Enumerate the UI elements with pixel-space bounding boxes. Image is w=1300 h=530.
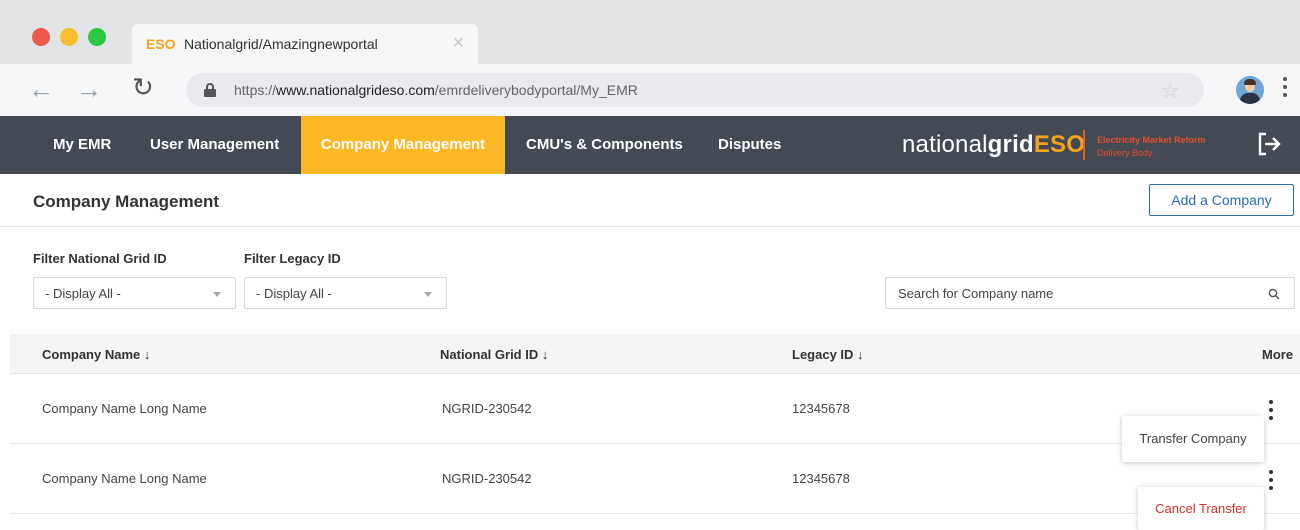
url-field[interactable]: https://www.nationalgrideso.com/emrdeliv… [186, 73, 1204, 107]
cell-national-grid-id: NGRID-230542 [442, 401, 532, 416]
brand-divider [1083, 130, 1085, 160]
window-minimize-button[interactable] [60, 28, 78, 46]
cell-national-grid-id: NGRID-230542 [442, 471, 532, 486]
column-header-legacy-id[interactable]: Legacy ID ↓ [792, 347, 864, 362]
divider [0, 226, 1300, 227]
filter-legacy-label: Filter Legacy ID [244, 251, 341, 266]
lock-icon [204, 83, 216, 97]
profile-avatar[interactable] [1236, 76, 1264, 104]
search-icon[interactable] [1268, 288, 1280, 300]
browser-tab-bar: ESO Nationalgrid/Amazingnewportal × [0, 0, 1300, 64]
main-navigation: My EMR User Management Company Managemen… [0, 116, 1300, 174]
nav-item-cmus-components[interactable]: CMU's & Components [526, 116, 683, 174]
filter-legacy-select[interactable]: - Display All - [244, 277, 447, 309]
logout-icon[interactable] [1255, 130, 1283, 158]
tab-close-icon[interactable]: × [452, 32, 464, 55]
transfer-company-menu-item[interactable]: Transfer Company [1122, 416, 1264, 462]
browser-tab[interactable]: ESO Nationalgrid/Amazingnewportal × [132, 24, 478, 64]
back-arrow-icon[interactable]: ← [28, 74, 54, 105]
tab-favicon-eso: ESO [146, 36, 176, 52]
chevron-down-icon [213, 292, 221, 297]
cancel-transfer-menu-item[interactable]: Cancel Transfer [1138, 487, 1264, 530]
filter-ngid-label: Filter National Grid ID [33, 251, 167, 266]
row-more-kebab-icon[interactable] [1268, 470, 1274, 490]
table-header: Company Name ↓ National Grid ID ↓ Legacy… [10, 334, 1300, 374]
window-close-button[interactable] [32, 28, 50, 46]
column-header-company-name[interactable]: Company Name ↓ [42, 347, 150, 362]
emr-title: Electricity Market Reform [1097, 135, 1206, 145]
national-grid-eso-logo: nationalgridESO [902, 131, 1086, 158]
nav-item-my-emr[interactable]: My EMR [53, 116, 111, 174]
forward-arrow-icon[interactable]: → [76, 74, 102, 105]
table-row: Company Name Long Name NGRID-230542 1234… [10, 444, 1300, 514]
filter-ngid-select[interactable]: - Display All - [33, 277, 236, 309]
cell-legacy-id: 12345678 [792, 471, 850, 486]
table-row: Company Name Long Name NGRID-230542 1234… [10, 374, 1300, 444]
page-title: Company Management [33, 192, 220, 211]
reload-icon[interactable]: ↻ [132, 72, 154, 103]
emr-subtitle: Delivery Body [1097, 148, 1153, 158]
window-maximize-button[interactable] [88, 28, 106, 46]
browser-kebab-menu-icon[interactable] [1282, 77, 1288, 101]
star-icon[interactable]: ☆ [1160, 78, 1180, 104]
cell-company-name: Company Name Long Name [42, 471, 207, 486]
cell-company-name: Company Name Long Name [42, 401, 207, 416]
chevron-down-icon [424, 292, 432, 297]
column-header-national-grid-id[interactable]: National Grid ID ↓ [440, 347, 548, 362]
nav-item-disputes[interactable]: Disputes [718, 116, 781, 174]
nav-item-user-management[interactable]: User Management [150, 116, 279, 174]
browser-address-bar: ← → ↻ https://www.nationalgrideso.com/em… [0, 64, 1300, 116]
tab-title: Nationalgrid/Amazingnewportal [184, 36, 378, 52]
add-company-button[interactable]: Add a Company [1149, 184, 1294, 216]
row-more-kebab-icon[interactable] [1268, 400, 1274, 420]
cell-legacy-id: 12345678 [792, 401, 850, 416]
company-search-input[interactable]: Search for Company name [885, 277, 1295, 309]
nav-item-company-management[interactable]: Company Management [301, 116, 505, 174]
url-text: https://www.nationalgrideso.com/emrdeliv… [234, 82, 638, 98]
column-header-more: More [1262, 347, 1294, 362]
